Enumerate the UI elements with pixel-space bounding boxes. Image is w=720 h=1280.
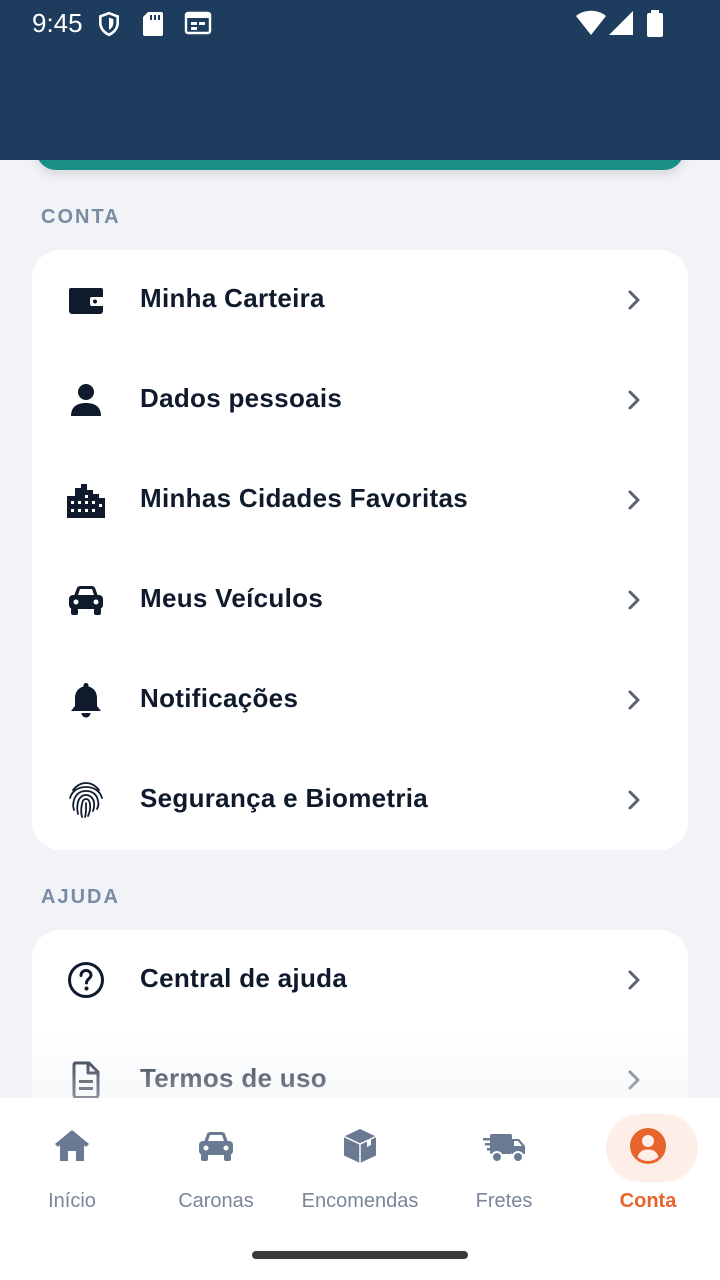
fingerprint-icon: [69, 782, 103, 818]
chevron-right-icon: [628, 690, 640, 710]
app-header: 9:45: [0, 0, 720, 160]
menu-item-wallet[interactable]: Minha Carteira: [32, 250, 688, 350]
battery-icon: [647, 10, 663, 37]
bell-icon: [71, 683, 101, 718]
menu-item-label: Notificações: [140, 683, 299, 713]
nav-label: Fretes: [475, 1190, 533, 1212]
settings-list[interactable]: CONTA Minha Carteira Dados pessoais Minh…: [0, 160, 720, 1098]
nav-tab-rides[interactable]: Caronas: [144, 1114, 288, 1224]
help-circle-icon: [68, 962, 104, 998]
menu-item-label: Central de ajuda: [140, 963, 348, 993]
nav-tab-packages[interactable]: Encomendas: [288, 1114, 432, 1224]
menu-item-label: Termos de uso: [140, 1063, 327, 1093]
menu-item-terms[interactable]: Termos de uso: [32, 1030, 688, 1098]
package-icon: [343, 1129, 377, 1163]
menu-item-personal-data[interactable]: Dados pessoais: [32, 350, 688, 450]
truck-icon: [483, 1134, 525, 1163]
chevron-right-icon: [628, 390, 640, 410]
document-icon: [72, 1061, 100, 1098]
chevron-right-icon: [628, 290, 640, 310]
nav-tab-account[interactable]: Conta: [576, 1114, 720, 1224]
car-icon: [69, 586, 103, 615]
home-icon: [55, 1130, 89, 1161]
chevron-right-icon: [628, 490, 640, 510]
nav-label: Conta: [619, 1190, 677, 1212]
calendar-icon: [184, 11, 212, 35]
wifi-icon: [576, 10, 606, 35]
section-heading-account: CONTA: [41, 206, 121, 228]
section-heading-help: AJUDA: [41, 886, 120, 908]
menu-item-security[interactable]: Segurança e Biometria: [32, 750, 688, 850]
chevron-right-icon: [628, 1070, 640, 1090]
nav-label: Caronas: [178, 1190, 254, 1212]
car-icon: [199, 1132, 233, 1161]
menu-item-notifications[interactable]: Notificações: [32, 650, 688, 750]
menu-item-label: Meus Veículos: [140, 583, 324, 613]
chevron-right-icon: [628, 590, 640, 610]
chevron-right-icon: [628, 970, 640, 990]
menu-item-help-center[interactable]: Central de ajuda: [32, 930, 688, 1030]
nav-tab-freight[interactable]: Fretes: [432, 1114, 576, 1224]
status-bar: 9:45: [0, 0, 720, 48]
person-icon: [71, 384, 101, 416]
menu-item-label: Segurança e Biometria: [140, 783, 429, 813]
shield-icon: [99, 11, 119, 37]
nav-tab-home[interactable]: Início: [0, 1114, 144, 1224]
nav-label: Início: [48, 1190, 96, 1212]
account-circle-icon: [630, 1128, 666, 1164]
home-indicator[interactable]: [252, 1251, 468, 1259]
menu-item-label: Dados pessoais: [140, 383, 343, 413]
sd-card-icon: [143, 12, 163, 36]
menu-item-vehicles[interactable]: Meus Veículos: [32, 550, 688, 650]
nav-label: Encomendas: [301, 1190, 419, 1212]
wallet-icon: [69, 288, 104, 314]
signal-icon: [609, 11, 633, 35]
menu-item-favorite-cities[interactable]: Minhas Cidades Favoritas: [32, 450, 688, 550]
chevron-right-icon: [628, 790, 640, 810]
account-card: Minha Carteira Dados pessoais Minhas Cid…: [32, 250, 688, 850]
help-card: Central de ajuda Termos de uso: [32, 930, 688, 1098]
status-time: 9:45: [32, 8, 83, 38]
city-icon: [67, 484, 105, 518]
menu-item-label: Minhas Cidades Favoritas: [140, 483, 468, 513]
menu-item-label: Minha Carteira: [140, 283, 325, 313]
